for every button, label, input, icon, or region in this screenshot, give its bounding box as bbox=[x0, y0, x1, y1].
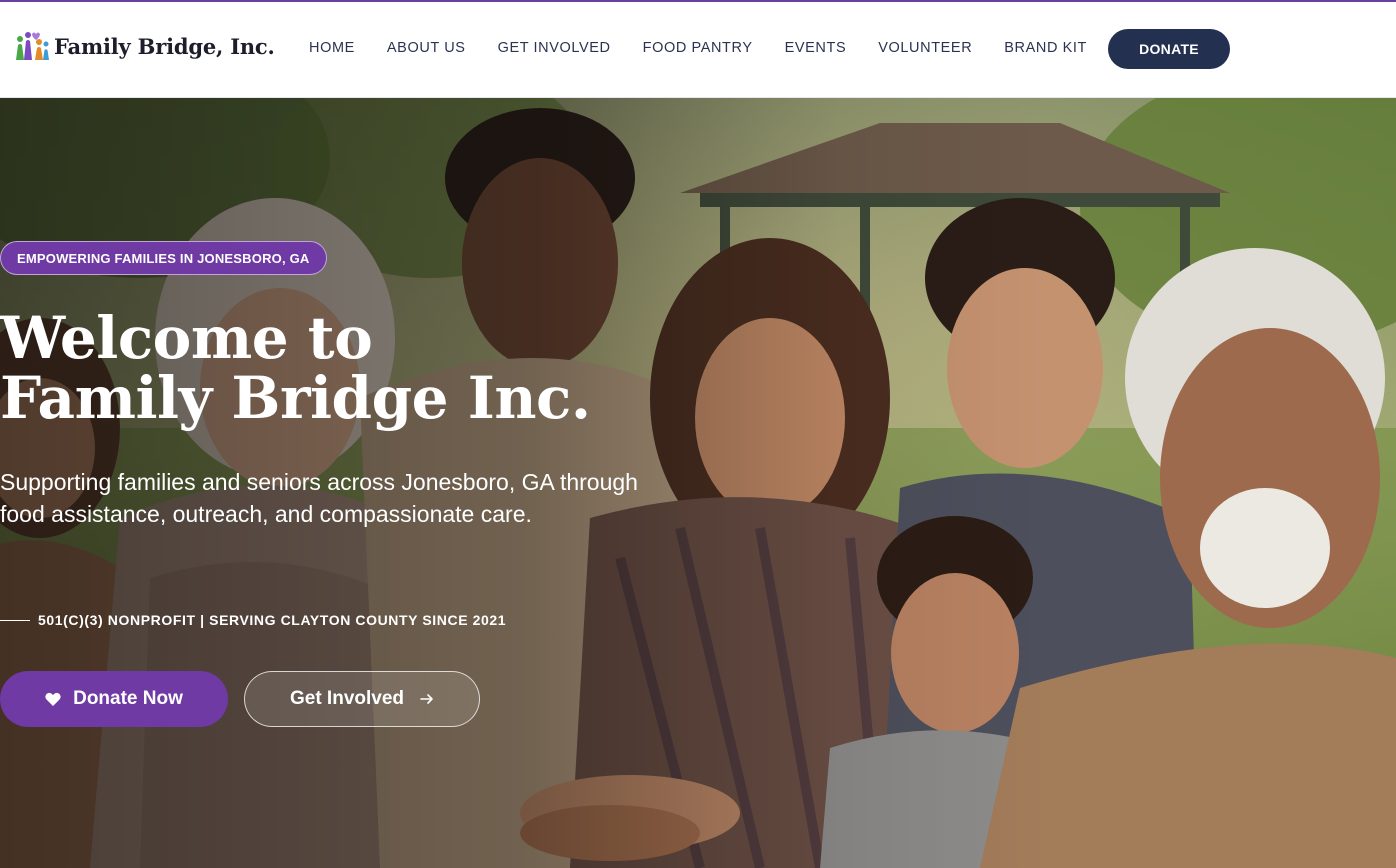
main-nav: HOME ABOUT US GET INVOLVED FOOD PANTRY E… bbox=[309, 40, 1087, 56]
donate-now-label: Donate Now bbox=[73, 688, 183, 709]
site-header: Family Bridge, Inc. HOME ABOUT US GET IN… bbox=[0, 2, 1396, 98]
hero-title-line-2: Family Bridge Inc. bbox=[0, 364, 591, 432]
donate-now-button[interactable]: Donate Now bbox=[0, 671, 228, 727]
hero-section: EMPOWERING FAMILIES IN JONESBORO, GA Wel… bbox=[0, 98, 1396, 868]
family-people-icon bbox=[14, 30, 50, 62]
brand-name: Family Bridge, Inc. bbox=[54, 33, 275, 59]
hero-title: Welcome to Family Bridge Inc. bbox=[0, 308, 591, 428]
hero-tag-pill: EMPOWERING FAMILIES IN JONESBORO, GA bbox=[0, 241, 327, 275]
heart-icon bbox=[45, 692, 61, 707]
nav-brand-kit[interactable]: BRAND KIT bbox=[1004, 40, 1087, 56]
nonprofit-text: 501(C)(3) NONPROFIT | SERVING CLAYTON CO… bbox=[38, 612, 507, 628]
arrow-right-icon bbox=[420, 693, 434, 705]
hero-title-line-1: Welcome to bbox=[0, 304, 373, 372]
nav-home[interactable]: HOME bbox=[309, 40, 355, 56]
hero-subtitle: Supporting families and seniors across J… bbox=[0, 469, 638, 527]
nav-food-pantry[interactable]: FOOD PANTRY bbox=[643, 40, 753, 56]
nav-events[interactable]: EVENTS bbox=[785, 40, 847, 56]
get-involved-label: Get Involved bbox=[289, 688, 405, 709]
nav-volunteer[interactable]: VOLUNTEER bbox=[878, 40, 972, 56]
nonprofit-statement: 501(C)(3) NONPROFIT | SERVING CLAYTON CO… bbox=[0, 612, 506, 628]
nav-get-involved[interactable]: GET INVOLVED bbox=[498, 40, 611, 56]
get-involved-button[interactable]: Get Involved bbox=[244, 671, 480, 727]
nonprofit-divider bbox=[0, 619, 30, 621]
donate-nav-button[interactable]: DONATE bbox=[1108, 29, 1230, 69]
nav-about-us[interactable]: ABOUT US bbox=[387, 40, 466, 56]
site-logo[interactable]: Family Bridge, Inc. bbox=[14, 26, 275, 66]
